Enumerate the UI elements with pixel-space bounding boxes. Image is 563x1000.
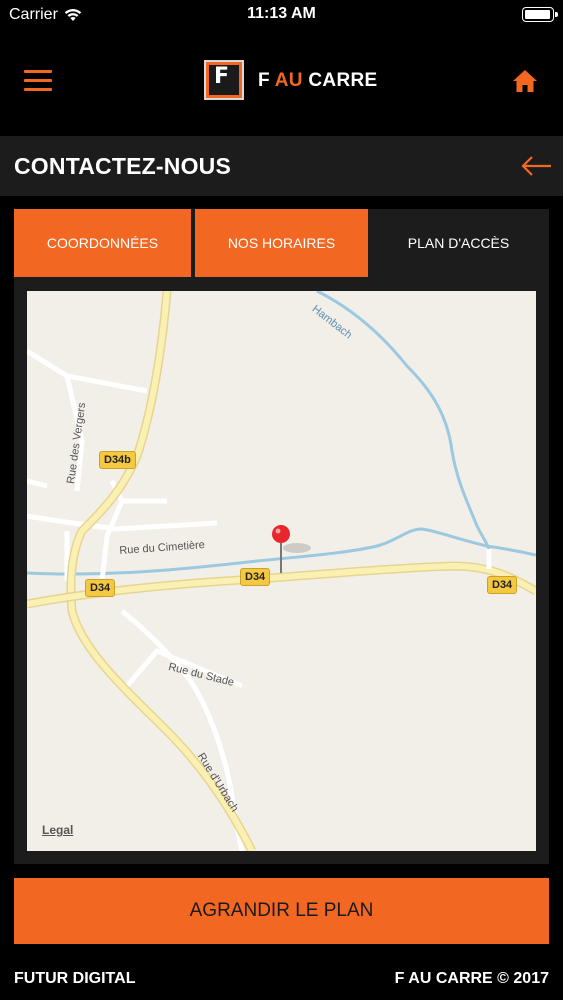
map-legal-link[interactable]: Legal — [42, 823, 73, 837]
brand-logo: F — [204, 60, 244, 100]
hamburger-menu-icon[interactable] — [24, 70, 52, 92]
footer-left-text: FUTUR DIGITAL — [14, 970, 136, 987]
tab-coordonnees[interactable]: COORDONNÉES — [14, 209, 191, 277]
home-icon[interactable] — [512, 68, 538, 94]
app-header: F F AU CARRE — [0, 30, 563, 136]
back-arrow-icon[interactable] — [520, 154, 552, 178]
road-shield-d34b: D34b — [99, 451, 136, 469]
footer-right-text: F AU CARRE © 2017 — [394, 970, 549, 987]
status-time: 11:13 AM — [247, 5, 316, 22]
page-title: CONTACTEZ-NOUS — [14, 153, 232, 179]
brand-name: F AU CARRE — [258, 70, 378, 91]
tab-nos-horaires[interactable]: NOS HORAIRES — [195, 209, 368, 277]
tab-plan-acces[interactable]: PLAN D'ACCÈS — [368, 209, 549, 277]
road-shield-d34-center: D34 — [240, 568, 271, 586]
map-canvas[interactable] — [27, 291, 536, 851]
enlarge-map-button[interactable]: AGRANDIR LE PLAN — [14, 878, 549, 944]
title-bar: CONTACTEZ-NOUS — [0, 136, 563, 196]
map-view[interactable]: Hambach Rue des Vergers Rue du Cimetière… — [27, 291, 536, 851]
status-bar: Carrier 11:13 AM — [0, 0, 563, 30]
battery-fill — [525, 10, 550, 19]
road-shield-d34-right: D34 — [487, 576, 518, 594]
battery-icon — [522, 7, 558, 22]
road-shield-d34-left: D34 — [85, 579, 116, 597]
contact-card: COORDONNÉES NOS HORAIRES PLAN D'ACCÈS Ha… — [14, 209, 549, 864]
